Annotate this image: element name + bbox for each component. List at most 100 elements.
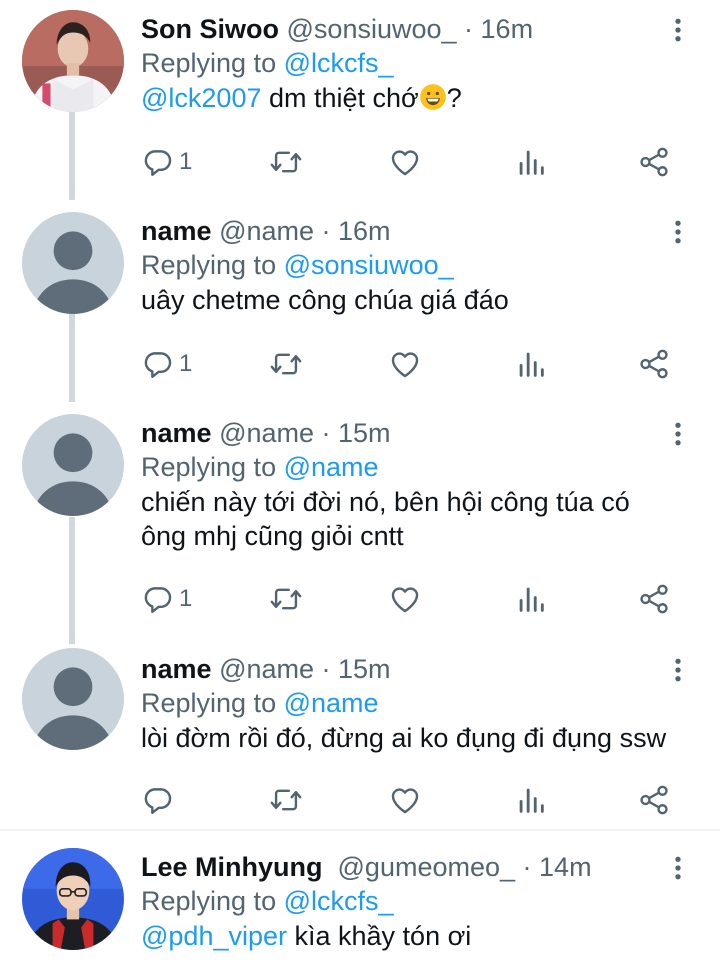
avatar[interactable] <box>22 10 124 112</box>
tweet[interactable]: name @name · 15m Replying to @name chiến… <box>0 404 720 642</box>
retweet-icon <box>269 783 303 817</box>
more-vertical-icon[interactable] <box>664 218 692 246</box>
retweet-button[interactable] <box>269 142 303 182</box>
share-icon <box>637 145 671 179</box>
tweet[interactable]: name @name · 15m Replying to @name lòi đ… <box>0 640 720 828</box>
retweet-button[interactable] <box>269 344 303 384</box>
replying-label: Replying to <box>141 886 277 916</box>
display-name[interactable]: name <box>141 216 212 246</box>
analytics-icon <box>514 582 548 616</box>
analytics-icon <box>514 347 548 381</box>
retweet-icon <box>269 347 303 381</box>
avatar[interactable] <box>22 848 124 950</box>
replying-label: Replying to <box>141 250 277 280</box>
share-button[interactable] <box>637 780 671 820</box>
tweet-header: name @name · 15m <box>141 652 391 686</box>
user-handle[interactable]: @gumeomeo_ <box>338 852 516 882</box>
tweet-text: chiến này tới đời nó, bên hội công túa c… <box>141 487 630 551</box>
share-button[interactable] <box>637 142 671 182</box>
replying-to-handle[interactable]: @lckcfs_ <box>284 48 394 78</box>
tweet-header: name @name · 15m <box>141 416 391 450</box>
share-icon <box>637 582 671 616</box>
analytics-icon <box>514 783 548 817</box>
user-handle[interactable]: @name <box>219 418 314 448</box>
display-name[interactable]: name <box>141 418 212 448</box>
tweet[interactable]: name @name · 16m Replying to @sonsiuwoo_… <box>0 202 720 404</box>
replying-to: Replying to @sonsiuwoo_ <box>141 248 454 282</box>
replying-to-handle[interactable]: @name <box>284 452 379 482</box>
reply-count: 1 <box>179 350 193 377</box>
replying-label: Replying to <box>141 48 277 78</box>
action-bar: 1 <box>141 142 701 182</box>
more-vertical-icon[interactable] <box>664 420 692 448</box>
default-avatar <box>22 212 124 314</box>
replying-to-handle[interactable]: @name <box>284 688 379 718</box>
reply-icon <box>141 582 175 616</box>
replying-to-handle[interactable]: @sonsiuwoo_ <box>284 250 454 280</box>
replying-to-handle[interactable]: @lckcfs_ <box>284 886 394 916</box>
reply-count: 1 <box>179 585 193 612</box>
display-name[interactable]: name <box>141 654 212 684</box>
tweet-divider <box>0 829 720 831</box>
default-avatar <box>22 414 124 516</box>
like-button[interactable] <box>388 780 422 820</box>
views-button[interactable] <box>514 780 548 820</box>
tweet-time[interactable]: · 16m <box>322 216 391 246</box>
avatar[interactable] <box>22 648 124 750</box>
retweet-icon <box>269 582 303 616</box>
display-name[interactable]: Son Siwoo <box>141 14 279 44</box>
display-name[interactable]: Lee Minhyung <box>141 852 323 882</box>
action-bar: 1 <box>141 579 701 619</box>
mention-link[interactable]: @lck2007 <box>141 83 261 113</box>
reply-count: 1 <box>179 148 193 175</box>
reply-button[interactable]: 1 <box>141 579 192 619</box>
reply-icon <box>141 783 175 817</box>
share-button[interactable] <box>637 344 671 384</box>
tweet-time[interactable]: · 15m <box>322 418 391 448</box>
like-button[interactable] <box>388 579 422 619</box>
avatar-image <box>22 848 124 950</box>
views-button[interactable] <box>514 142 548 182</box>
views-button[interactable] <box>514 344 548 384</box>
reply-button[interactable]: 1 <box>141 344 192 384</box>
replying-label: Replying to <box>141 452 277 482</box>
action-bar: 1 <box>141 344 701 384</box>
tweet-time[interactable]: · 16m <box>464 14 533 44</box>
default-avatar <box>22 648 124 750</box>
share-icon <box>637 783 671 817</box>
user-handle[interactable]: @name <box>219 216 314 246</box>
retweet-icon <box>269 145 303 179</box>
like-button[interactable] <box>388 142 422 182</box>
replying-to: Replying to @lckcfs_ <box>141 884 394 918</box>
replying-to: Replying to @lckcfs_ <box>141 46 394 80</box>
tweet[interactable]: Lee Minhyung @gumeomeo_ · 14m Replying t… <box>0 838 720 972</box>
reply-button[interactable] <box>141 780 179 820</box>
avatar[interactable] <box>22 414 124 516</box>
views-button[interactable] <box>514 579 548 619</box>
retweet-button[interactable] <box>269 579 303 619</box>
share-icon <box>637 347 671 381</box>
share-button[interactable] <box>637 579 671 619</box>
more-vertical-icon[interactable] <box>664 854 692 882</box>
action-bar <box>141 780 701 820</box>
heart-icon <box>388 347 422 381</box>
tweet-text: lòi đờm rồi đó, đừng ai ko đụng đi đụng … <box>141 723 667 753</box>
user-handle[interactable]: @sonsiuwoo_ <box>287 14 457 44</box>
tweet[interactable]: Son Siwoo @sonsiuwoo_ · 16m Replying to … <box>0 0 720 200</box>
like-button[interactable] <box>388 344 422 384</box>
reply-icon <box>141 347 175 381</box>
replying-to: Replying to @name <box>141 686 379 720</box>
tweet-time[interactable]: · 15m <box>322 654 391 684</box>
mention-link[interactable]: @pdh_viper <box>141 921 287 951</box>
tweet-text: uây chetme công chúa giá đáo <box>141 285 509 315</box>
retweet-button[interactable] <box>269 780 303 820</box>
more-vertical-icon[interactable] <box>664 656 692 684</box>
reply-button[interactable]: 1 <box>141 142 192 182</box>
replying-label: Replying to <box>141 688 277 718</box>
user-handle[interactable]: @name <box>219 654 314 684</box>
tweet-text: @pdh_viper kìa khầy tón ơi <box>141 919 701 953</box>
avatar[interactable] <box>22 212 124 314</box>
tweet-time[interactable]: · 14m <box>523 852 592 882</box>
analytics-icon <box>514 145 548 179</box>
more-vertical-icon[interactable] <box>664 16 692 44</box>
